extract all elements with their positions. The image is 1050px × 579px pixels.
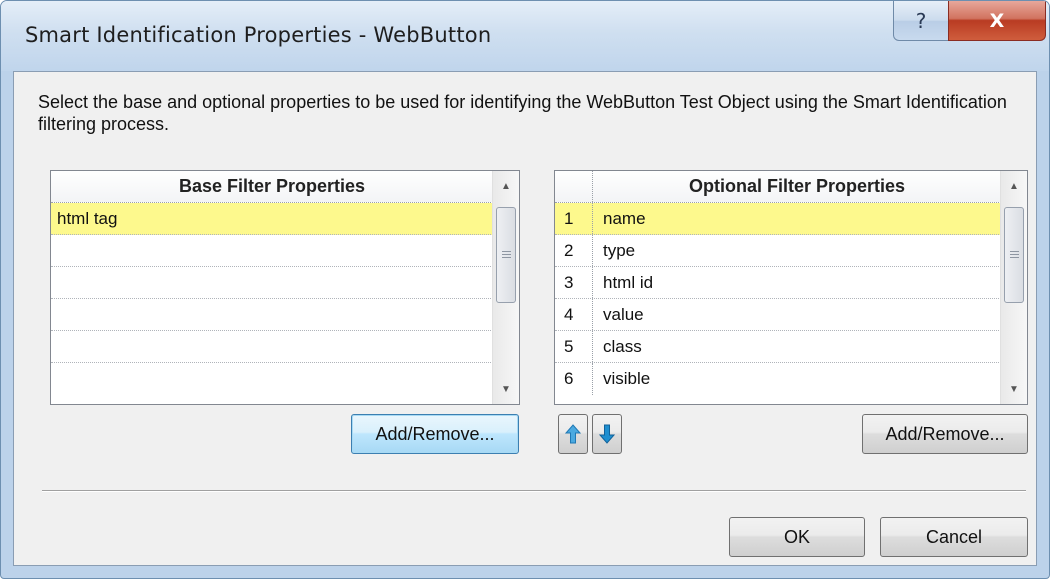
optional-filter-header[interactable]: Optional Filter Properties [593, 176, 1001, 197]
dialog-window: Smart Identification Properties - WebBut… [0, 0, 1050, 579]
base-filter-scrollbar[interactable]: ▲ ▼ [492, 171, 519, 404]
scroll-thumb[interactable] [1004, 207, 1024, 303]
help-button[interactable]: ? [893, 1, 949, 41]
optional-filter-row[interactable]: 4 value [555, 299, 1001, 331]
optional-filter-row[interactable]: 1 name [555, 203, 1001, 235]
property-name: name [603, 208, 646, 228]
optional-filter-row[interactable]: 2 type [555, 235, 1001, 267]
base-filter-row[interactable] [51, 267, 493, 299]
base-filter-row[interactable] [51, 363, 493, 395]
optional-filter-scrollbar[interactable]: ▲ ▼ [1000, 171, 1027, 404]
base-filter-row[interactable] [51, 235, 493, 267]
move-up-button[interactable] [558, 414, 588, 454]
row-index: 1 [555, 203, 593, 234]
arrow-up-icon [565, 424, 581, 444]
property-name: type [603, 240, 636, 260]
base-filter-grid[interactable]: Base Filter Properties html tag ▲ ▼ [50, 170, 520, 405]
window-title: Smart Identification Properties - WebBut… [25, 23, 492, 47]
row-index: 3 [555, 267, 593, 298]
move-down-button[interactable] [592, 414, 622, 454]
optional-add-remove-button[interactable]: Add/Remove... [862, 414, 1028, 454]
base-filter-row[interactable] [51, 299, 493, 331]
ok-button[interactable]: OK [729, 517, 865, 557]
row-index: 5 [555, 331, 593, 362]
dialog-client-area: Select the base and optional properties … [13, 71, 1037, 566]
optional-filter-header-row: Optional Filter Properties [555, 171, 1001, 203]
base-filter-header[interactable]: Base Filter Properties [51, 171, 493, 203]
base-filter-cell: html tag [57, 208, 118, 228]
scroll-up-arrow-icon[interactable]: ▲ [493, 171, 519, 201]
description-text: Select the base and optional properties … [38, 92, 1007, 134]
scroll-up-arrow-icon[interactable]: ▲ [1001, 171, 1027, 201]
separator [42, 490, 1026, 492]
property-name: visible [603, 369, 651, 388]
property-name: class [603, 336, 642, 356]
property-name: value [603, 304, 644, 324]
optional-filter-grid[interactable]: Optional Filter Properties 1 name 2 type… [554, 170, 1028, 405]
index-column-header[interactable] [555, 171, 593, 202]
grip-icon [501, 250, 511, 260]
row-index: 4 [555, 299, 593, 330]
base-filter-row[interactable] [51, 331, 493, 363]
property-name: html id [603, 272, 654, 292]
grip-icon [1009, 250, 1019, 260]
optional-filter-row[interactable]: 6 visible [555, 363, 1001, 395]
scroll-thumb[interactable] [496, 207, 516, 303]
scroll-down-arrow-icon[interactable]: ▼ [493, 374, 519, 404]
arrow-down-icon [599, 424, 615, 444]
base-filter-row[interactable]: html tag [51, 203, 493, 235]
title-bar[interactable]: Smart Identification Properties - WebBut… [1, 1, 1049, 71]
optional-filter-row[interactable]: 5 class [555, 331, 1001, 363]
close-icon: X [989, 9, 1005, 32]
help-icon: ? [915, 8, 927, 33]
optional-filter-row[interactable]: 3 html id [555, 267, 1001, 299]
cancel-button[interactable]: Cancel [880, 517, 1028, 557]
base-add-remove-button[interactable]: Add/Remove... [351, 414, 519, 454]
row-index: 2 [555, 235, 593, 266]
row-index: 6 [555, 363, 593, 395]
scroll-down-arrow-icon[interactable]: ▼ [1001, 374, 1027, 404]
close-button[interactable]: X [948, 1, 1046, 41]
